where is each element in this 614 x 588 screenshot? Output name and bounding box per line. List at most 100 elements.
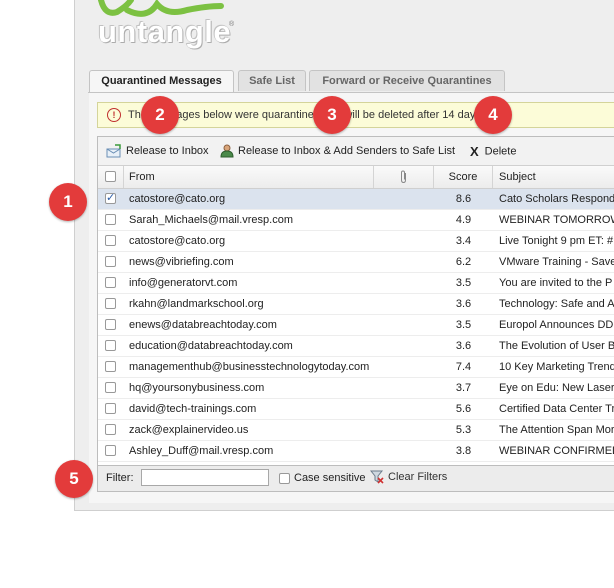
header-attachment[interactable]	[374, 166, 434, 188]
row-subject: Europol Announces DD	[499, 319, 614, 331]
row-checkbox[interactable]	[105, 191, 116, 204]
row-checkbox[interactable]	[105, 298, 116, 309]
header-from[interactable]: From	[124, 166, 374, 188]
row-checkbox[interactable]	[105, 340, 116, 351]
callout-5: 5	[55, 460, 93, 498]
table-row[interactable]: news@vibriefing.com 6.2 VMware Training - …	[98, 252, 614, 273]
delete-button[interactable]: X Delete	[470, 144, 516, 159]
row-from: education@databreachtoday.com	[129, 340, 293, 352]
row-score: 5.3	[455, 424, 472, 436]
row-score: 4.9	[455, 214, 472, 226]
row-subject: Cato Scholars Respond	[499, 193, 614, 205]
tab-safe-list[interactable]: Safe List	[238, 70, 306, 91]
delete-x-icon: X	[470, 144, 479, 159]
messages-grid: Release to Inbox Release to Inbox & Add …	[97, 136, 614, 466]
header-subject[interactable]: Subject	[493, 166, 614, 188]
release-to-inbox-label: Release to Inbox	[126, 144, 209, 157]
row-checkbox[interactable]	[105, 445, 116, 456]
row-subject: Eye on Edu: New Laser	[499, 382, 614, 394]
row-subject: WEBINAR TOMORROW:	[499, 214, 614, 226]
row-subject: WEBINAR CONFIRMED:	[499, 445, 614, 457]
warning-icon: !	[107, 108, 121, 122]
row-from: news@vibriefing.com	[129, 256, 234, 268]
table-row[interactable]: enews@databreachtoday.com 3.5 Europol Anno…	[98, 315, 614, 336]
row-score: 6.2	[455, 256, 472, 268]
row-checkbox[interactable]	[105, 277, 116, 288]
row-from: hq@yoursonybusiness.com	[129, 382, 265, 394]
row-subject: 10 Key Marketing Trend	[499, 361, 614, 373]
table-row[interactable]: zack@explainervideo.us 5.3 The Attention S…	[98, 420, 614, 441]
notice-text: The messages below were quarantined and …	[128, 109, 484, 121]
delete-label: Delete	[484, 145, 517, 158]
clear-filter-icon	[369, 470, 384, 484]
row-checkbox[interactable]	[105, 235, 116, 246]
tab-forward-receive-quarantines[interactable]: Forward or Receive Quarantines	[309, 70, 505, 91]
row-from: info@generatorvt.com	[129, 277, 238, 289]
table-row[interactable]: catostore@cato.org 8.6 Cato Scholars Respo…	[98, 189, 614, 210]
row-subject: VMware Training - Save	[499, 256, 614, 268]
clear-filters-button[interactable]: Clear Filters	[369, 470, 448, 484]
attachment-icon	[400, 170, 406, 184]
case-sensitive-checkbox[interactable]	[279, 473, 290, 484]
table-row[interactable]: rkahn@landmarkschool.org 3.6 Technology: S…	[98, 294, 614, 315]
row-checkbox[interactable]	[105, 424, 116, 435]
row-checkbox[interactable]	[105, 214, 116, 225]
row-from: david@tech-trainings.com	[129, 403, 257, 415]
callout-1: 1	[49, 183, 87, 221]
row-subject: Certified Data Center Tr	[499, 403, 614, 415]
row-from: managementhub@businesstechnologytoday.co…	[129, 361, 369, 373]
row-from: zack@explainervideo.us	[129, 424, 249, 436]
row-from: enews@databreachtoday.com	[129, 319, 277, 331]
logo-text: untangle	[98, 14, 232, 49]
row-score: 3.8	[455, 445, 472, 457]
filter-bar: Filter: Case sensitive Clear Filters	[97, 466, 614, 492]
table-row[interactable]: education@databreachtoday.com 3.6 The Evol…	[98, 336, 614, 357]
release-add-safe-list-button[interactable]: Release to Inbox & Add Senders to Safe L…	[220, 144, 455, 158]
tab-quarantined-messages[interactable]: Quarantined Messages	[89, 70, 234, 93]
table-row[interactable]: david@tech-trainings.com 5.6 Certified Dat…	[98, 399, 614, 420]
callout-2: 2	[141, 96, 179, 134]
release-to-inbox-button[interactable]: Release to Inbox	[106, 144, 209, 158]
row-checkbox[interactable]	[105, 403, 116, 414]
logo-trademark: ®	[229, 21, 235, 28]
grid-toolbar: Release to Inbox Release to Inbox & Add …	[98, 137, 614, 166]
row-score: 3.4	[455, 235, 472, 247]
table-row[interactable]: info@generatorvt.com 3.5 You are invited t…	[98, 273, 614, 294]
table-row[interactable]: Sarah_Michaels@mail.vresp.com 4.9 WEBINAR …	[98, 210, 614, 231]
grid-header: From Score Subject	[98, 166, 614, 189]
row-score: 5.6	[455, 403, 472, 415]
table-row[interactable]: catostore@cato.org 3.4 Live Tonight 9 pm E…	[98, 231, 614, 252]
release-safe-list-icon	[220, 144, 234, 158]
row-subject: The Evolution of User B	[499, 340, 614, 352]
table-row[interactable]: managementhub@businesstechnologytoday.co…	[98, 357, 614, 378]
callout-3: 3	[313, 96, 351, 134]
callout-4: 4	[474, 96, 512, 134]
row-from: Ashley_Duff@mail.vresp.com	[129, 445, 274, 457]
row-score: 3.6	[455, 340, 472, 352]
row-subject: You are invited to the P	[499, 277, 613, 289]
row-subject: Live Tonight 9 pm ET: #	[499, 235, 614, 247]
row-checkbox[interactable]	[105, 319, 116, 330]
row-from: catostore@cato.org	[129, 193, 226, 205]
select-all-checkbox[interactable]	[105, 171, 116, 182]
row-checkbox[interactable]	[105, 382, 116, 393]
row-checkbox[interactable]	[105, 256, 116, 267]
row-checkbox[interactable]	[105, 361, 116, 372]
table-row[interactable]: hq@yoursonybusiness.com 3.7 Eye on Edu: Ne…	[98, 378, 614, 399]
filter-input[interactable]	[141, 469, 269, 486]
row-from: rkahn@landmarkschool.org	[129, 298, 264, 310]
row-score: 8.6	[455, 193, 472, 205]
header-score[interactable]: Score	[434, 166, 493, 188]
clear-filters-label: Clear Filters	[388, 470, 448, 483]
row-from: catostore@cato.org	[129, 235, 226, 247]
case-sensitive-label: Case sensitive	[294, 472, 366, 484]
row-from: Sarah_Michaels@mail.vresp.com	[129, 214, 294, 226]
row-score: 3.6	[455, 298, 472, 310]
row-score: 3.5	[455, 277, 472, 289]
release-inbox-icon	[106, 144, 121, 158]
row-score: 3.7	[455, 382, 472, 394]
release-add-safe-list-label: Release to Inbox & Add Senders to Safe L…	[238, 144, 456, 157]
row-subject: Technology: Safe and A	[499, 298, 614, 310]
table-row[interactable]: Ashley_Duff@mail.vresp.com 3.8 WEBINAR CON…	[98, 441, 614, 462]
filter-label: Filter:	[106, 472, 134, 484]
